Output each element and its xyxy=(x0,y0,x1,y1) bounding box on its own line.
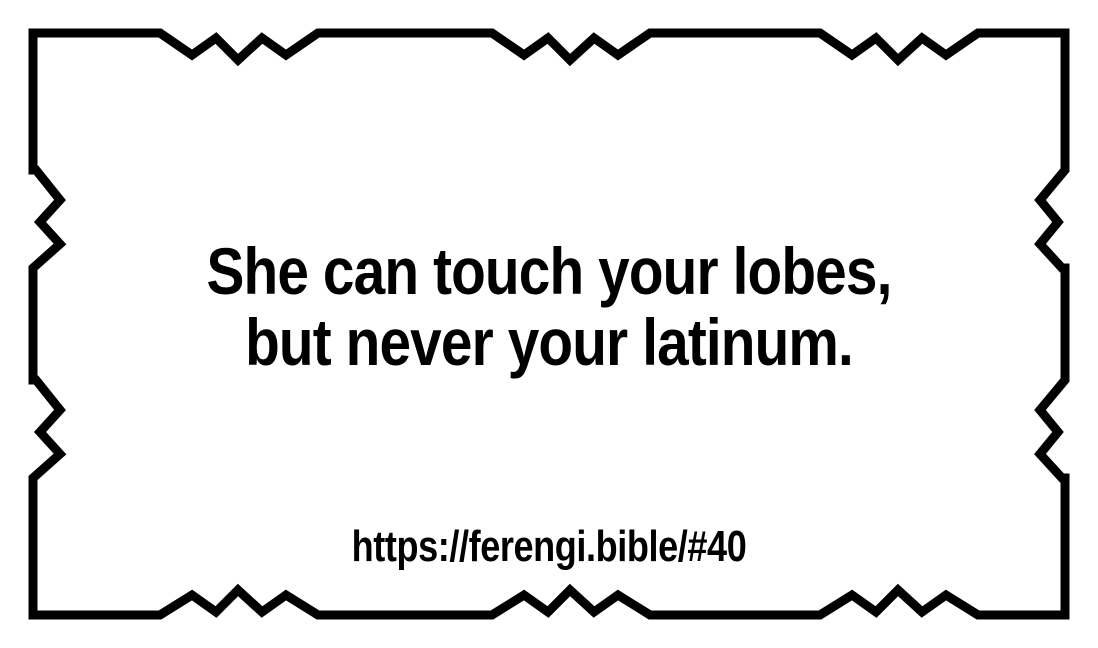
quote-text: She can touch your lobes, but never your… xyxy=(128,234,969,380)
quote-line-1: She can touch your lobes, xyxy=(206,234,893,308)
quote-line-2: but never your latinum. xyxy=(245,305,854,380)
source-url: https://ferengi.bible/#40 xyxy=(351,522,747,571)
